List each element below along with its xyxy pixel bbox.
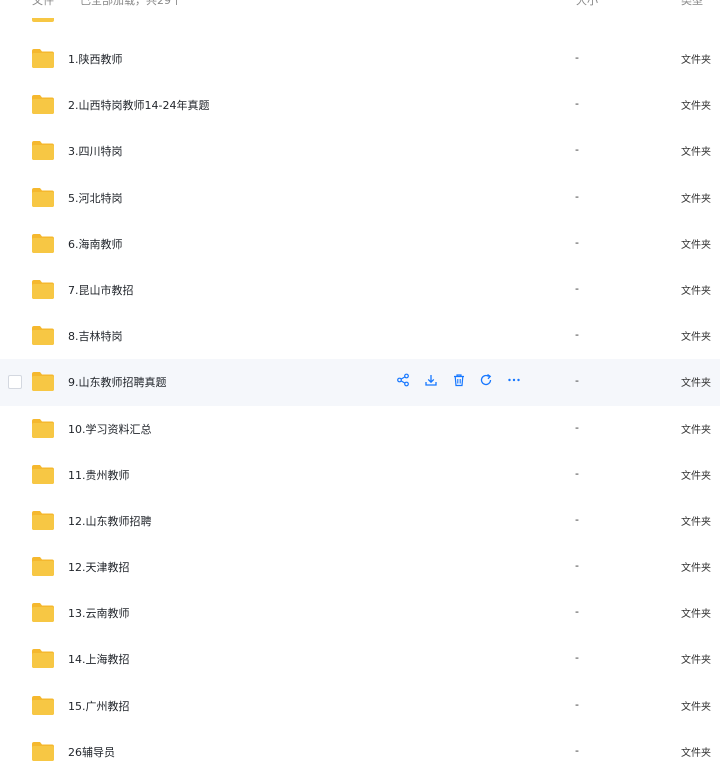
folder-icon (31, 509, 55, 531)
file-name[interactable]: 12.山东教师招聘 (68, 513, 152, 529)
file-name[interactable]: 9.山东教师招聘真题 (68, 374, 167, 390)
list-item[interactable]: 8.吉林特岗 - 文件夹 (0, 313, 720, 359)
file-size: - (575, 743, 579, 757)
folder-icon (31, 47, 55, 69)
file-type: 文件夹 (681, 470, 711, 482)
folder-icon (31, 232, 55, 254)
file-size: - (575, 697, 579, 711)
download-icon[interactable] (424, 373, 438, 387)
file-name[interactable]: 12.天津教招 (68, 559, 130, 575)
file-size: - (575, 374, 579, 388)
list-item[interactable]: 2.山西特岗教师14-24年真题 - 文件夹 (0, 82, 720, 128)
list-item[interactable]: 26辅导员 - 文件夹 (0, 729, 720, 774)
file-size: - (575, 512, 579, 526)
file-name[interactable]: 6.海南教师 (68, 236, 123, 252)
file-name[interactable]: 14.上海教招 (68, 651, 130, 667)
file-size: - (575, 559, 579, 573)
list-item[interactable]: 14.上海教招 - 文件夹 (0, 636, 720, 682)
file-size: - (575, 420, 579, 434)
file-name[interactable]: 2.山西特岗教师14-24年真题 (68, 97, 209, 113)
file-type: 文件夹 (681, 101, 711, 113)
file-type: 文件夹 (681, 378, 711, 390)
file-type: 文件夹 (681, 747, 711, 759)
file-type: 文件夹 (681, 563, 711, 575)
file-name[interactable]: 26辅导员 (68, 744, 115, 760)
file-size: - (575, 328, 579, 342)
row-checkbox[interactable] (8, 375, 22, 390)
file-type: 文件夹 (681, 516, 711, 528)
file-size: - (575, 235, 579, 249)
file-size: - (575, 143, 579, 157)
column-header-type[interactable]: 类型 (681, 0, 703, 8)
list-item[interactable]: 13.云南教师 - 文件夹 (0, 590, 720, 636)
file-type: 文件夹 (681, 193, 711, 205)
file-name[interactable]: 3.四川特岗 (68, 143, 123, 159)
sort-chevron-icon[interactable]: ⌄ (57, 0, 65, 2)
file-name[interactable]: 15.广州教招 (68, 698, 130, 714)
file-type: 文件夹 (681, 332, 711, 344)
loaded-count-text: 已全部加载，共29个 (80, 0, 182, 7)
list-item[interactable]: 15.广州教招 - 文件夹 (0, 683, 720, 729)
folder-icon (31, 555, 55, 577)
folder-icon (31, 694, 55, 716)
file-size: - (575, 51, 579, 64)
folder-icon (31, 463, 55, 485)
folder-icon (31, 417, 55, 439)
folder-icon (31, 278, 55, 300)
folder-icon (31, 186, 55, 208)
file-name[interactable]: 13.云南教师 (68, 605, 130, 621)
file-type: 文件夹 (681, 701, 711, 713)
folder-icon (32, 18, 54, 22)
list-item[interactable]: 12.山东教师招聘 - 文件夹 (0, 498, 720, 544)
column-header-name[interactable]: 文件 (32, 0, 54, 8)
list-item[interactable]: 9.山东教师招聘真题 - 文件夹 (0, 359, 720, 406)
list-header: 文件 ⌄ 已全部加载，共29个 大小 类型 (0, 0, 720, 8)
more-icon[interactable] (507, 373, 521, 387)
list-item[interactable]: 12.天津教招 - 文件夹 (0, 544, 720, 590)
folder-icon (31, 324, 55, 346)
file-type: 文件夹 (681, 239, 711, 251)
delete-icon[interactable] (452, 373, 466, 387)
folder-icon (31, 740, 55, 762)
file-type: 文件夹 (681, 424, 711, 436)
refresh-icon[interactable] (479, 373, 493, 387)
list-item[interactable]: 1.陕西教师 - 文件夹 (0, 36, 720, 82)
column-header-size[interactable]: 大小 (576, 0, 598, 8)
folder-icon (31, 601, 55, 623)
list-item[interactable]: 11.贵州教师 - 文件夹 (0, 452, 720, 498)
file-size: - (575, 651, 579, 665)
list-item[interactable]: 10.学习资料汇总 - 文件夹 (0, 406, 720, 452)
file-name[interactable]: 11.贵州教师 (68, 467, 130, 483)
share-icon[interactable] (396, 373, 410, 387)
file-list-page: 文件 ⌄ 已全部加载，共29个 大小 类型 1.陕西教师 (0, 0, 720, 774)
file-list: 1.陕西教师 - 文件夹 2.山西特岗教师14-24年真题 - 文件夹 3.四川… (0, 36, 720, 774)
file-size: - (575, 281, 579, 295)
file-name[interactable]: 1.陕西教师 (68, 51, 123, 67)
file-type: 文件夹 (681, 609, 711, 621)
folder-icon (31, 647, 55, 669)
list-item[interactable]: 6.海南教师 - 文件夹 (0, 221, 720, 267)
file-type: 文件夹 (681, 55, 711, 66)
list-item[interactable]: 3.四川特岗 - 文件夹 (0, 128, 720, 174)
file-type: 文件夹 (681, 285, 711, 297)
file-type: 文件夹 (681, 147, 711, 159)
folder-icon (31, 370, 55, 392)
folder-icon (31, 139, 55, 161)
file-size: - (575, 605, 579, 619)
file-name[interactable]: 5.河北特岗 (68, 190, 123, 206)
file-type: 文件夹 (681, 655, 711, 667)
list-item[interactable]: 7.昆山市教招 - 文件夹 (0, 267, 720, 313)
file-size: - (575, 466, 579, 480)
file-size: - (575, 189, 579, 203)
file-name[interactable]: 7.昆山市教招 (68, 282, 134, 298)
file-size: - (575, 97, 579, 111)
folder-icon (31, 93, 55, 115)
file-name[interactable]: 8.吉林特岗 (68, 328, 123, 344)
file-name[interactable]: 10.学习资料汇总 (68, 421, 152, 437)
list-item[interactable]: 5.河北特岗 - 文件夹 (0, 175, 720, 221)
